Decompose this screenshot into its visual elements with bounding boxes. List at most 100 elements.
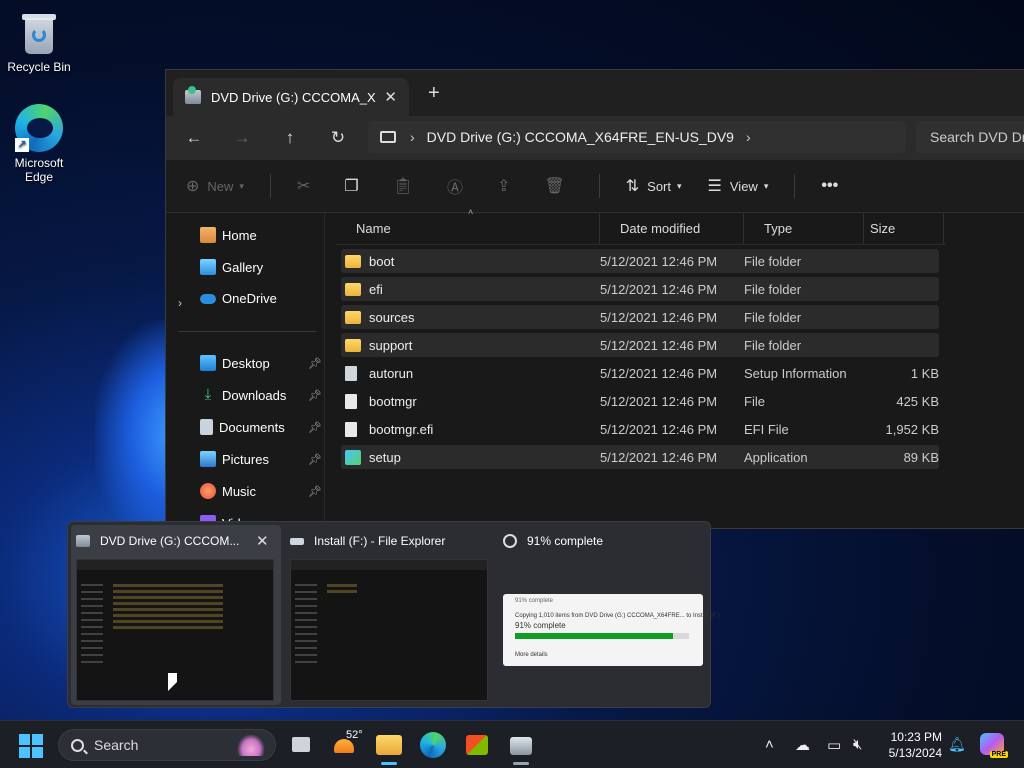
thumbnail-title-1[interactable]: DVD Drive (G:) CCCOM...: [76, 534, 239, 548]
column-header-name[interactable]: Name: [336, 213, 600, 244]
copy-progress-preview[interactable]: 91% complete Copying 1,010 items from DV…: [503, 594, 720, 666]
new-button[interactable]: ⊕ New ▾: [186, 176, 244, 196]
search-icon: [71, 738, 84, 752]
thumbnail-title-3[interactable]: 91% complete: [503, 534, 603, 548]
setup-info-icon: [345, 365, 357, 381]
file-list: ˄ Name Date modified Type Size boot 5/12…: [336, 207, 946, 473]
file-type: File folder: [744, 309, 802, 325]
forward-icon[interactable]: →: [218, 128, 266, 148]
onedrive-icon: [200, 293, 216, 304]
chevron-right-icon[interactable]: ›: [746, 129, 751, 145]
back-icon[interactable]: ←: [170, 128, 218, 148]
thumbnail-preview-2[interactable]: [290, 559, 488, 701]
share-button[interactable]: ⇪: [497, 176, 518, 196]
breadcrumb-current[interactable]: DVD Drive (G:) CCCOMA_X64FRE_EN-US_DV9: [427, 129, 734, 145]
nav-item-onedrive[interactable]: OneDrive: [200, 291, 322, 306]
new-tab-icon[interactable]: +: [428, 82, 440, 105]
nav-item-label: Music: [222, 483, 256, 499]
taskbar-setup[interactable]: [507, 731, 535, 765]
start-button[interactable]: [19, 734, 43, 758]
nav-item-label: Home: [222, 227, 257, 243]
more-details-link[interactable]: More details: [515, 652, 548, 658]
navigation-pane: Home Gallery › OneDrive Desktop 📌︎ ⤓ Dow…: [166, 213, 325, 528]
thumbnail-title-2[interactable]: Install (F:) - File Explorer: [290, 534, 445, 548]
shortcut-arrow-icon: ↗: [15, 138, 29, 152]
view-button-label: View: [729, 178, 758, 194]
network-icon[interactable]: ▭: [827, 736, 841, 754]
system-clock[interactable]: 10:23 PM 5/13/2024: [880, 729, 942, 761]
weather-widget[interactable]: 52°: [334, 729, 363, 759]
trash-icon: 🗑︎: [544, 178, 565, 195]
taskbar-thumbnail-popup: DVD Drive (G:) CCCOM... ✕ Install (F:) -…: [67, 521, 720, 708]
drive-icon: [290, 537, 304, 545]
clock-icon: [503, 534, 517, 548]
store-icon: [466, 735, 488, 755]
column-header-size[interactable]: Size: [864, 213, 944, 244]
sort-button[interactable]: ⇅ Sort ▾: [626, 176, 682, 196]
taskbar-store[interactable]: [463, 731, 491, 759]
navigation-bar: ← → ↑ ↻ › DVD Drive (G:) CCCOMA_X64FRE_E…: [166, 116, 1024, 160]
file-type: Application: [744, 449, 808, 465]
chevron-right-icon[interactable]: ›: [410, 129, 415, 145]
tab-title: DVD Drive (G:) CCCOMA_X64F: [211, 89, 376, 105]
nav-item-home[interactable]: Home: [200, 227, 322, 243]
nav-item-music[interactable]: Music 📌︎: [200, 483, 322, 499]
volume-muted-icon[interactable]: 🔇︎: [853, 736, 862, 753]
copilot-button[interactable]: PRE: [980, 733, 1008, 758]
cloud-offline-icon[interactable]: ☁: [795, 736, 810, 754]
downloads-icon: ⤓: [204, 386, 212, 403]
taskbar-edge[interactable]: [419, 731, 447, 759]
nav-item-documents[interactable]: Documents 📌︎: [200, 419, 322, 435]
file-name: efi: [369, 281, 383, 297]
copy-icon: ❐: [344, 178, 359, 195]
table-row[interactable]: efi 5/12/2021 12:46 PM File folder: [341, 277, 939, 301]
table-row[interactable]: sources 5/12/2021 12:46 PM File folder: [341, 305, 939, 329]
taskbar-file-explorer[interactable]: [375, 731, 403, 765]
delete-button[interactable]: 🗑︎: [544, 176, 572, 196]
table-row[interactable]: bootmgr 5/12/2021 12:46 PM File 425 KB: [341, 389, 939, 413]
more-options-button[interactable]: •••: [821, 177, 846, 195]
file-type: Setup Information: [744, 365, 847, 381]
table-row[interactable]: setup 5/12/2021 12:46 PM Application 89 …: [341, 445, 939, 469]
copy-button[interactable]: ❐: [344, 176, 366, 196]
taskbar-search[interactable]: Search: [58, 729, 276, 761]
file-name: autorun: [369, 365, 414, 381]
rename-icon: Ⓐ: [447, 180, 464, 197]
pin-icon: 📌︎: [308, 421, 322, 434]
up-icon[interactable]: ↑: [266, 128, 314, 148]
pin-icon: 📌︎: [308, 485, 322, 498]
address-bar[interactable]: › DVD Drive (G:) CCCOMA_X64FRE_EN-US_DV9…: [368, 121, 906, 153]
nav-item-pictures[interactable]: Pictures 📌︎: [200, 451, 322, 467]
paste-button[interactable]: 📋︎: [393, 176, 421, 196]
search-label: Search: [94, 737, 139, 753]
refresh-icon[interactable]: ↻: [314, 128, 362, 148]
search-input[interactable]: Search DVD Dri: [916, 121, 1024, 153]
chevron-right-icon[interactable]: ›: [178, 296, 182, 310]
nav-item-downloads[interactable]: ⤓ Downloads 📌︎: [200, 387, 322, 403]
column-header-type[interactable]: Type: [744, 213, 864, 244]
desktop-icon-edge[interactable]: ↗ Microsoft Edge: [1, 104, 77, 184]
cut-button[interactable]: ✂: [297, 176, 318, 196]
table-row[interactable]: autorun 5/12/2021 12:46 PM Setup Informa…: [341, 361, 939, 385]
thumbnail-label: DVD Drive (G:) CCCOM...: [100, 534, 240, 548]
nav-item-desktop[interactable]: Desktop 📌︎: [200, 355, 322, 371]
weather-temperature: 52°: [346, 729, 363, 741]
task-view-button[interactable]: [288, 731, 316, 759]
file-type: File folder: [744, 337, 802, 353]
tab-dvd-drive[interactable]: DVD Drive (G:) CCCOMA_X64F ✕: [173, 78, 409, 116]
rename-button[interactable]: Ⓐ: [447, 174, 471, 198]
column-header-date[interactable]: Date modified: [600, 213, 744, 244]
nav-item-gallery[interactable]: Gallery: [200, 259, 322, 275]
table-row[interactable]: boot 5/12/2021 12:46 PM File folder: [341, 249, 939, 273]
file-date: 5/12/2021 12:46 PM: [600, 309, 718, 325]
table-row[interactable]: support 5/12/2021 12:46 PM File folder: [341, 333, 939, 357]
table-row[interactable]: bootmgr.efi 5/12/2021 12:46 PM EFI File …: [341, 417, 939, 441]
recycle-bin-icon: [19, 10, 59, 56]
notification-bell-icon[interactable]: 🔔︎: [948, 736, 966, 753]
thumbnail-close-icon[interactable]: ✕: [256, 532, 269, 550]
desktop-icon-recycle-bin[interactable]: Recycle Bin: [1, 10, 77, 74]
tab-close-icon[interactable]: ✕: [384, 88, 397, 106]
chevron-up-icon[interactable]: ˄: [765, 736, 774, 753]
pictures-icon: [200, 451, 216, 467]
view-button[interactable]: ☰ View ▾: [708, 176, 769, 196]
